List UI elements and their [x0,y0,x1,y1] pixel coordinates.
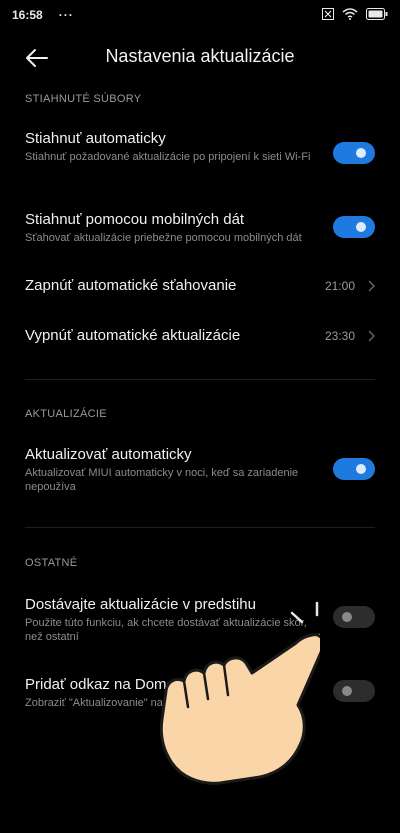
home-shortcut-toggle[interactable] [333,680,375,702]
mobile-data-toggle[interactable] [333,216,375,238]
setting-auto-download[interactable]: Stiahnuť automaticky Stiahnuť požadované… [25,130,375,164]
setting-auto-start[interactable]: Zapnúť automatické sťahovanie 21:00 [25,277,375,297]
status-time: 16:58 [12,8,43,22]
toggle-knob [356,148,366,158]
setting-mobile-data[interactable]: Stiahnuť pomocou mobilných dát Sťahovať … [25,211,375,245]
section-label-other: OSTATNÉ [25,557,78,569]
setting-auto-update[interactable]: Aktualizovať automaticky Aktualizovať MI… [25,446,375,494]
close-box-icon [322,7,334,23]
section-label-updates: AKTUALIZÁCIE [25,408,107,420]
early-updates-toggle[interactable] [333,606,375,628]
wifi-icon [342,7,358,23]
setting-subtitle: Aktualizovať MIUI automaticky v noci, ke… [25,467,299,493]
page-title: Nastavenia aktualizácie [105,46,295,66]
status-more-icon: ··· [58,8,74,22]
battery-icon [366,7,388,23]
toggle-knob [356,222,366,232]
tap-hand-icon [160,601,320,785]
chevron-right-icon [368,330,375,342]
app-header: Nastavenia aktualizácie [0,38,400,78]
auto-download-toggle[interactable] [333,142,375,164]
setting-title: Zapnúť automatické sťahovanie [25,277,237,294]
setting-title: Aktualizovať automaticky [25,446,192,463]
setting-subtitle: Stiahnuť požadované aktualizácie po prip… [25,151,311,163]
auto-update-toggle[interactable] [333,458,375,480]
setting-value: 21:00 [324,279,355,293]
setting-title: Vypnúť automatické aktualizácie [25,327,241,344]
section-divider [25,379,375,380]
section-divider [25,527,375,528]
toggle-knob [356,464,366,474]
toggle-knob [342,686,352,696]
setting-title: Stiahnuť automaticky [25,130,166,147]
section-label-downloads: STIAHNUTÉ SÚBORY [25,93,142,105]
status-bar: 16:58 ··· [0,0,400,30]
setting-value: 23:30 [324,329,355,343]
setting-title: Stiahnuť pomocou mobilných dát [25,211,245,228]
toggle-knob [342,612,352,622]
setting-auto-stop[interactable]: Vypnúť automatické aktualizácie 23:30 [25,327,375,347]
chevron-right-icon [368,280,375,292]
setting-subtitle: Sťahovať aktualizácie priebežne pomocou … [25,232,302,244]
